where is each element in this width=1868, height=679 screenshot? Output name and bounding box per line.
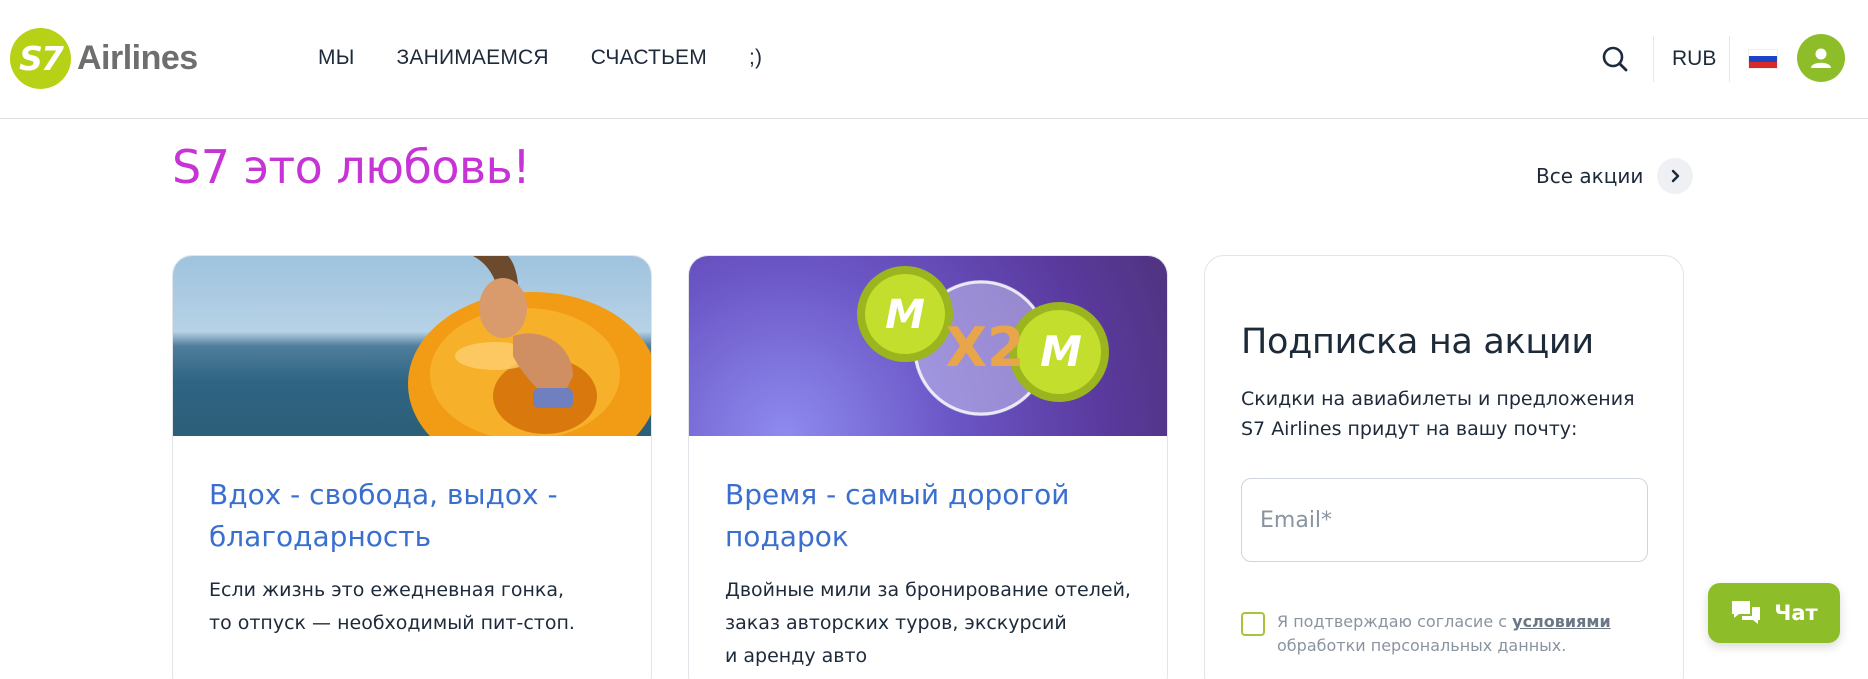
promo-card-text-line: и аренду авто <box>725 645 868 667</box>
promo-card-text-line: заказ авторских туров, экскурсий <box>725 612 1067 634</box>
chat-label: Чат <box>1774 601 1818 625</box>
miles-badge-left: М <box>885 292 925 338</box>
search-icon[interactable] <box>1600 44 1630 74</box>
consent-checkbox[interactable] <box>1241 612 1265 636</box>
language-flag-icon[interactable] <box>1748 49 1778 69</box>
nav-item-smile[interactable]: ;) <box>749 46 762 70</box>
promo-card-text: Если жизнь это ежедневная гонка, то отпу… <box>209 574 615 640</box>
consent-suffix: обработки персональных данных. <box>1277 636 1567 655</box>
section-title: S7 это любовь! <box>172 140 531 194</box>
promo-card-title: Вдох - свобода, выдох - благодарность <box>209 478 558 553</box>
email-field[interactable] <box>1241 478 1648 562</box>
header-divider <box>1729 36 1730 82</box>
logo-text: Airlines <box>77 39 198 77</box>
subscription-description-line: S7 Airlines придут на вашу почту: <box>1241 418 1578 440</box>
header-divider <box>1653 36 1654 82</box>
promo-card[interactable]: М X2 М Время - самый дорогой подарок Дво… <box>688 255 1168 679</box>
subscription-title: Подписка на акции <box>1241 322 1594 362</box>
site-header: S7 Airlines МЫ ЗАНИМАЕМСЯ СЧАСТЬЕМ ;) RU… <box>0 0 1868 119</box>
all-promos-link[interactable]: Все акции <box>1536 158 1694 194</box>
promo-card-text: Двойные мили за бронирование отелей, зак… <box>725 574 1131 673</box>
main-nav: МЫ ЗАНИМАЕМСЯ СЧАСТЬЕМ ;) <box>318 46 804 70</box>
promo-image-double-miles: М X2 М <box>689 256 1167 436</box>
currency-selector[interactable]: RUB <box>1672 47 1716 71</box>
nav-item-schastem[interactable]: СЧАСТЬЕМ <box>591 46 707 70</box>
promo-card-title: Время - самый дорогой подарок <box>725 478 1070 553</box>
s7-logo[interactable]: S7 Airlines <box>10 28 198 89</box>
consent-text: Я подтверждаю согласие с условиями обраб… <box>1277 610 1661 658</box>
subscription-card: Подписка на акции Скидки на авиабилеты и… <box>1204 255 1684 679</box>
nav-item-my[interactable]: МЫ <box>318 46 354 70</box>
promo-card-text-line: Если жизнь это ежедневная гонка, <box>209 579 565 601</box>
user-icon[interactable] <box>1797 34 1845 82</box>
chevron-right-icon <box>1657 158 1694 194</box>
promo-card[interactable]: Вдох - свобода, выдох - благодарность Ес… <box>172 255 652 679</box>
subscription-description: Скидки на авиабилеты и предложения S7 Ai… <box>1241 384 1661 444</box>
chat-icon <box>1732 601 1761 624</box>
promo-card-text-line: то отпуск — необходимый пит-стоп. <box>209 612 575 634</box>
promo-image-swim-ring <box>173 256 651 436</box>
miles-badge-center: X2 <box>945 316 1024 379</box>
all-promos-label: Все акции <box>1536 164 1644 188</box>
miles-badge-right: М <box>1040 327 1082 376</box>
consent-prefix: Я подтверждаю согласие с <box>1277 612 1513 631</box>
chat-button[interactable]: Чат <box>1708 583 1840 643</box>
consent-row: Я подтверждаю согласие с условиями обраб… <box>1241 610 1661 658</box>
promo-card-text-line: Двойные мили за бронирование отелей, <box>725 579 1131 601</box>
subscription-description-line: Скидки на авиабилеты и предложения <box>1241 388 1635 410</box>
consent-terms-link[interactable]: условиями <box>1512 612 1611 631</box>
logo-mark: S7 <box>10 28 71 89</box>
nav-item-zanimaemsya[interactable]: ЗАНИМАЕМСЯ <box>396 46 548 70</box>
